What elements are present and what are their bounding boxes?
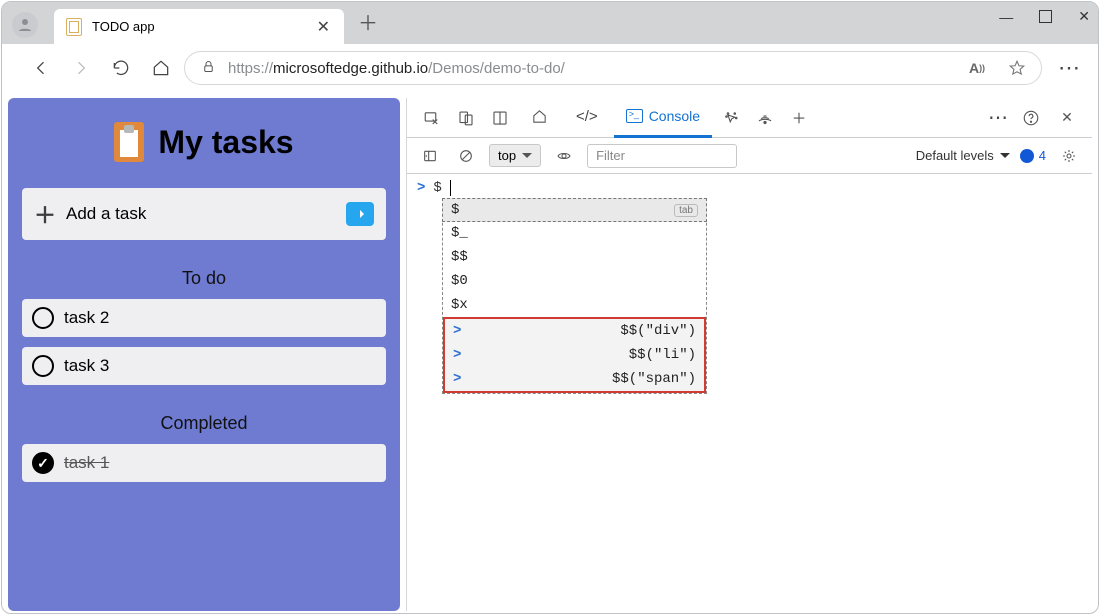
- device-toolbar-button[interactable]: [451, 103, 481, 133]
- devtools: </> Console ⋯ ✕ top: [406, 98, 1092, 611]
- addressbar: https://microsoftedge.github.io/Demos/de…: [2, 44, 1098, 92]
- help-button[interactable]: [1016, 103, 1046, 133]
- task-item[interactable]: task 3: [22, 347, 386, 385]
- task-checkbox[interactable]: [32, 355, 54, 377]
- issues-button[interactable]: 4: [1020, 148, 1046, 163]
- url-bar[interactable]: https://microsoftedge.github.io/Demos/de…: [184, 51, 1042, 85]
- autocomplete-history-item[interactable]: > $$("span"): [445, 367, 704, 391]
- prompt-value: $: [433, 180, 441, 196]
- profile-avatar[interactable]: [12, 12, 38, 38]
- console-icon: [626, 109, 643, 123]
- autocomplete-item[interactable]: $x: [443, 293, 706, 317]
- chevron-down-icon: [1000, 153, 1010, 163]
- autocomplete-item[interactable]: $$: [443, 245, 706, 269]
- autocomplete-history-group: > $$("div") > $$("li") > $$("span"): [443, 317, 706, 393]
- tab-title: TODO app: [92, 19, 155, 34]
- context-label: top: [498, 148, 516, 163]
- more-tabs-button[interactable]: [784, 103, 814, 133]
- back-button[interactable]: [24, 51, 58, 85]
- task-checkbox[interactable]: [32, 307, 54, 329]
- site-lock-icon[interactable]: [201, 59, 216, 78]
- task-label: task 2: [64, 308, 109, 328]
- tab-network-icon[interactable]: [750, 103, 780, 133]
- chevron-down-icon: [522, 153, 532, 163]
- clipboard-icon: [114, 122, 144, 162]
- task-item[interactable]: task 1: [22, 444, 386, 482]
- add-task-input[interactable]: ＋ Add a task: [22, 188, 386, 240]
- log-levels-label: Default levels: [916, 148, 994, 163]
- autocomplete-item[interactable]: $ tab: [442, 198, 707, 222]
- autocomplete-item[interactable]: $0: [443, 269, 706, 293]
- task-checkbox[interactable]: [32, 452, 54, 474]
- page-title-text: My tasks: [158, 124, 293, 161]
- text-cursor: [450, 180, 451, 196]
- history-arrow-icon: >: [453, 323, 461, 339]
- section-completed-label: Completed: [22, 413, 386, 434]
- dock-side-button[interactable]: [485, 103, 515, 133]
- window-controls: — ✕: [999, 8, 1090, 25]
- browser-menu-button[interactable]: ⋯: [1058, 55, 1082, 81]
- new-tab-button[interactable]: ＋: [358, 7, 378, 36]
- todo-app: My tasks ＋ Add a task To do task 2 task …: [8, 98, 400, 611]
- devtools-close-button[interactable]: ✕: [1052, 103, 1082, 133]
- task-label: task 3: [64, 356, 109, 376]
- tab-welcome[interactable]: [519, 98, 560, 138]
- autocomplete-history-item[interactable]: > $$("li"): [445, 343, 704, 367]
- console-settings-button[interactable]: [1056, 143, 1082, 169]
- inspect-element-button[interactable]: [417, 103, 447, 133]
- autocomplete-popup: $ tab $_ $$ $0 $x > $$("div") >: [442, 198, 707, 394]
- tab-console-label: Console: [649, 108, 700, 124]
- url-text: https://microsoftedge.github.io/Demos/de…: [228, 60, 951, 77]
- filter-input[interactable]: Filter: [587, 144, 737, 168]
- autocomplete-item[interactable]: $_: [443, 221, 706, 245]
- titlebar: TODO app ✕ ＋ — ✕: [2, 2, 1098, 44]
- prompt-arrow-icon: >: [417, 180, 425, 196]
- console-prompt[interactable]: > $: [417, 180, 1082, 196]
- read-aloud-button[interactable]: A)): [963, 54, 991, 82]
- close-window-button[interactable]: ✕: [1078, 8, 1090, 25]
- console-toolbar: top Filter Default levels 4: [407, 138, 1092, 174]
- autocomplete-history-item[interactable]: > $$("div"): [445, 319, 704, 343]
- issues-count: 4: [1039, 148, 1046, 163]
- devtools-menu-button[interactable]: ⋯: [988, 105, 1010, 130]
- refresh-button[interactable]: [104, 51, 138, 85]
- tab-sources-icon[interactable]: [716, 103, 746, 133]
- task-item[interactable]: task 2: [22, 299, 386, 337]
- add-task-submit-button[interactable]: [346, 202, 374, 226]
- minimize-button[interactable]: —: [999, 9, 1013, 25]
- maximize-button[interactable]: [1039, 10, 1052, 23]
- log-levels-selector[interactable]: Default levels: [916, 148, 1010, 163]
- favorite-button[interactable]: [1003, 54, 1031, 82]
- live-expression-button[interactable]: [551, 143, 577, 169]
- console-body[interactable]: > $ $ tab $_ $$ $0 $x > $$("div"): [407, 174, 1092, 611]
- history-arrow-icon: >: [453, 371, 461, 387]
- page-title: My tasks: [22, 122, 386, 162]
- context-selector[interactable]: top: [489, 144, 541, 167]
- toggle-sidebar-button[interactable]: [417, 143, 443, 169]
- tab-hint: tab: [674, 204, 698, 217]
- devtools-tabs: </> Console ⋯ ✕: [407, 98, 1092, 138]
- browser-tab[interactable]: TODO app ✕: [54, 9, 344, 44]
- tab-close-button[interactable]: ✕: [317, 17, 330, 37]
- section-todo-label: To do: [22, 268, 386, 289]
- tab-elements[interactable]: </>: [564, 98, 610, 138]
- clear-console-button[interactable]: [453, 143, 479, 169]
- filter-placeholder: Filter: [596, 148, 625, 163]
- tab-favicon-icon: [66, 18, 82, 36]
- home-button[interactable]: [144, 51, 178, 85]
- forward-button: [64, 51, 98, 85]
- task-label: task 1: [64, 453, 109, 473]
- plus-icon: ＋: [34, 198, 56, 230]
- history-arrow-icon: >: [453, 347, 461, 363]
- add-task-placeholder: Add a task: [66, 204, 146, 224]
- tab-console[interactable]: Console: [614, 98, 712, 138]
